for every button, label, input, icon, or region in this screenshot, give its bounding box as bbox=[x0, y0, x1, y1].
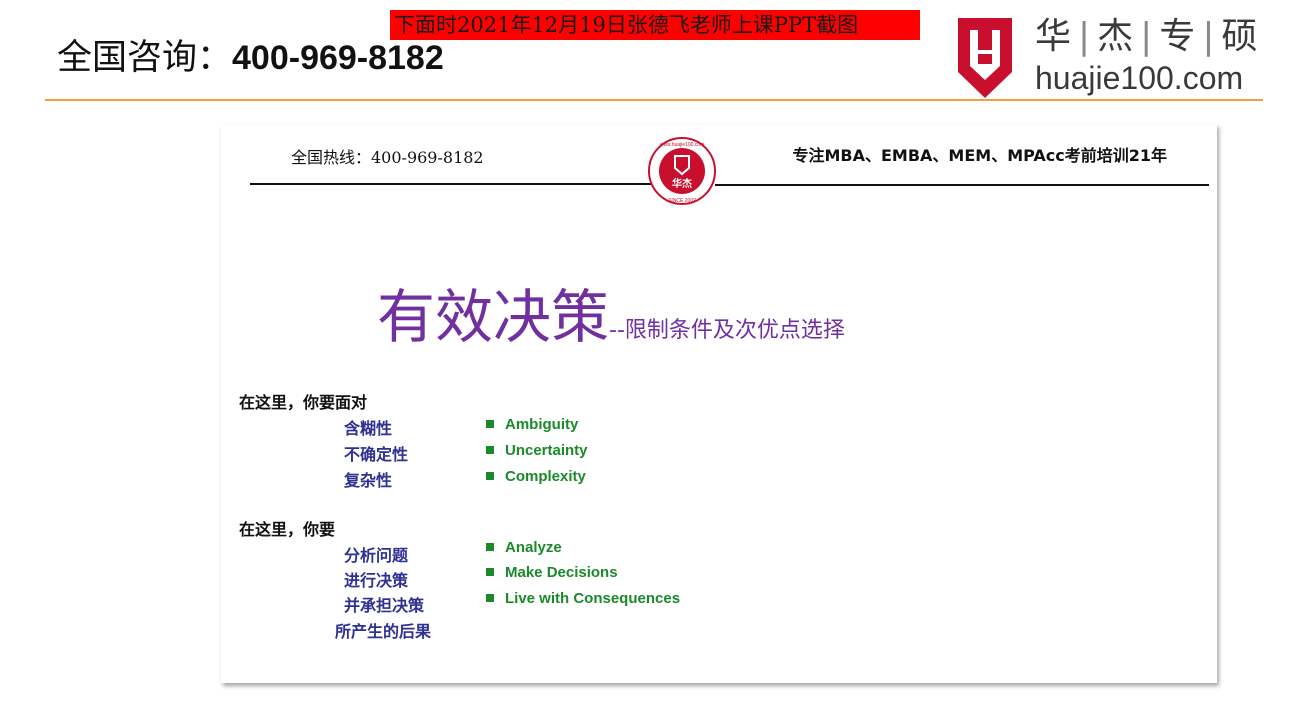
section1-cn-item: 不确定性 bbox=[344, 445, 409, 464]
brand-char: 硕 bbox=[1221, 16, 1261, 57]
huajie-logo-icon bbox=[958, 18, 1012, 98]
slide-title: 有效决策--限制条件及次优点选择 bbox=[377, 279, 845, 355]
section2-en-item: Make Decisions bbox=[486, 564, 618, 581]
square-bullet-icon bbox=[486, 446, 494, 454]
consult-label: 全国咨询： bbox=[57, 38, 233, 78]
brand-separator: | bbox=[1140, 16, 1156, 57]
slide-header-rule-left bbox=[250, 183, 652, 185]
section1-en-label: Ambiguity bbox=[505, 416, 579, 433]
header-divider bbox=[45, 99, 1263, 101]
square-bullet-icon bbox=[486, 568, 494, 576]
slide-hotline: 全国热线：400-969-8182 bbox=[291, 148, 484, 167]
slide-title-sub: --限制条件及次优点选择 bbox=[609, 318, 845, 343]
slide-title-main: 有效决策 bbox=[377, 283, 610, 351]
square-bullet-icon bbox=[486, 543, 494, 551]
section1-cn-item: 复杂性 bbox=[344, 471, 393, 490]
consult-phone: 400-969-8182 bbox=[232, 39, 444, 77]
section2-en-label: Live with Consequences bbox=[505, 590, 681, 607]
seal-text: 华杰 bbox=[672, 177, 692, 190]
screenshot-note-banner: 下面时2021年12月19日张德飞老师上课PPT截图 bbox=[390, 10, 920, 40]
section1-cn-item: 含糊性 bbox=[344, 419, 393, 438]
ppt-slide: 全国热线：400-969-8182 专注MBA、EMBA、MEM、MPAcc考前… bbox=[221, 124, 1217, 683]
slide-header-rule-right bbox=[715, 184, 1209, 186]
section2-en-item: Analyze bbox=[486, 539, 562, 556]
section2-en-item: Live with Consequences bbox=[486, 590, 680, 607]
section1-en-item: Ambiguity bbox=[486, 416, 578, 433]
section2-cn-item: 分析问题 bbox=[344, 546, 409, 565]
section2-cn-item: 所产生的后果 bbox=[335, 622, 432, 641]
section1-heading: 在这里，你要面对 bbox=[239, 393, 368, 412]
square-bullet-icon bbox=[486, 594, 494, 602]
brand-separator: | bbox=[1078, 16, 1094, 57]
brand-chinese-name: 华 | 杰 | 专 | 硕 bbox=[1035, 14, 1260, 60]
square-bullet-icon bbox=[486, 420, 494, 428]
slide-focus-tagline: 专注MBA、EMBA、MEM、MPAcc考前培训21年 bbox=[792, 146, 1167, 165]
section2-cn-item: 进行决策 bbox=[344, 571, 409, 590]
seal-ring-bottom: SINCE 2002 bbox=[668, 198, 696, 204]
section2-heading: 在这里，你要 bbox=[239, 520, 336, 539]
section2-cn-item: 并承担决策 bbox=[344, 596, 425, 615]
section1-en-label: Complexity bbox=[505, 468, 586, 485]
section1-en-label: Uncertainty bbox=[505, 442, 588, 459]
brand-separator: | bbox=[1202, 16, 1218, 57]
seal-ring-top: www.huajie100.com bbox=[660, 142, 704, 148]
section2-en-label: Make Decisions bbox=[505, 564, 618, 581]
section2-en-label: Analyze bbox=[505, 539, 562, 556]
huajie-seal-icon: 华杰 www.huajie100.com SINCE 2002 bbox=[648, 137, 716, 205]
brand-char: 专 bbox=[1159, 16, 1199, 57]
section1-en-item: Uncertainty bbox=[486, 442, 588, 459]
section1-en-item: Complexity bbox=[486, 468, 586, 485]
brand-char: 华 bbox=[1035, 16, 1075, 57]
brand-domain: huajie100.com bbox=[1035, 60, 1244, 96]
square-bullet-icon bbox=[486, 472, 494, 480]
brand-char: 杰 bbox=[1097, 16, 1137, 57]
consult-hotline: 全国咨询：400-969-8182 bbox=[57, 36, 444, 80]
